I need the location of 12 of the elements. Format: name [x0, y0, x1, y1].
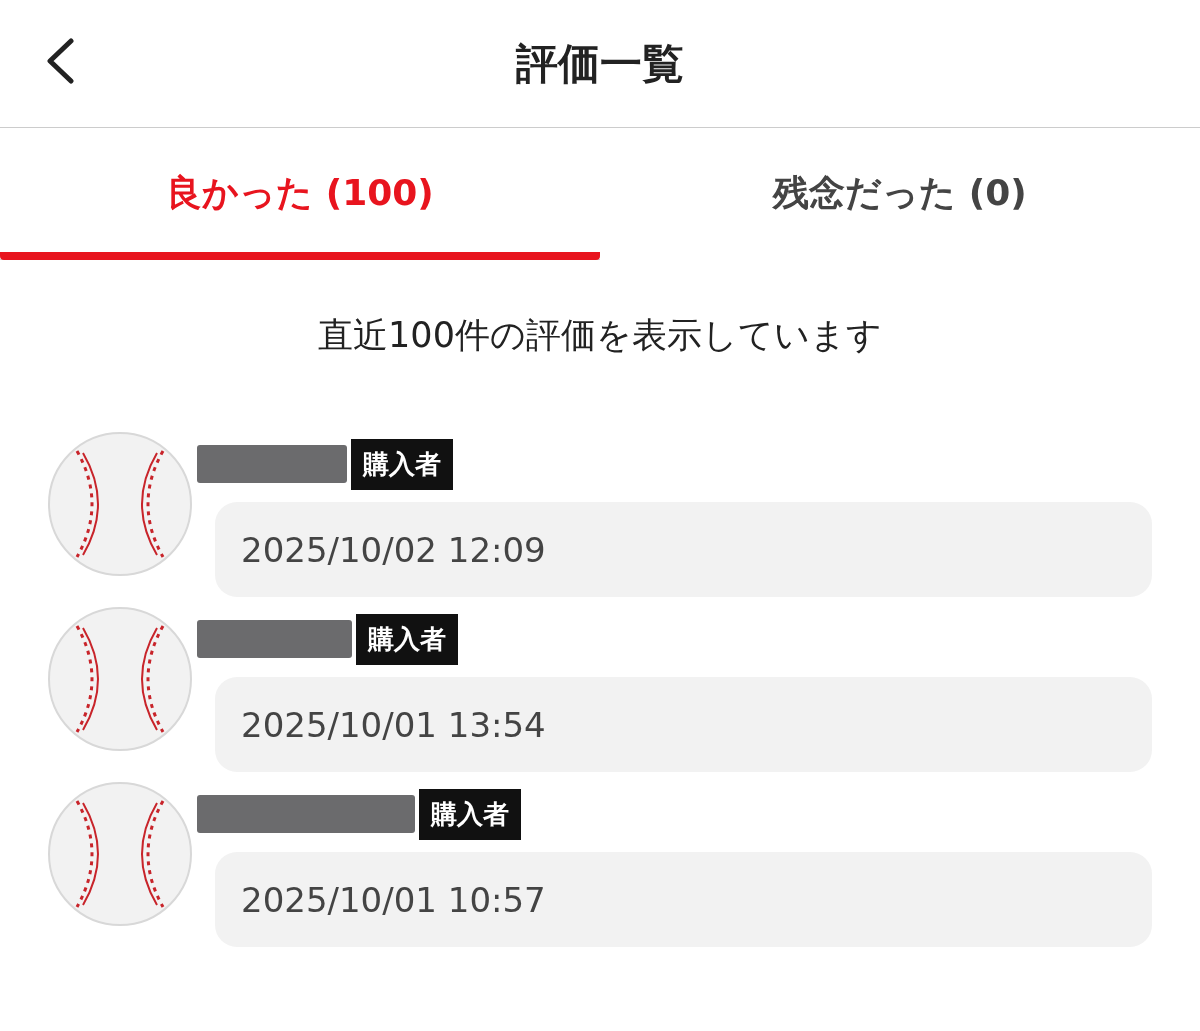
baseball-icon [47, 781, 193, 927]
baseball-icon [47, 431, 193, 577]
page-title: 評価一覧 [516, 37, 684, 90]
date-bubble: 2025/10/01 10:57 [215, 852, 1152, 947]
buyer-badge: 購入者 [356, 613, 458, 665]
back-icon[interactable] [45, 38, 75, 84]
baseball-icon [47, 606, 193, 752]
notice-text: 直近100件の評価を表示しています [317, 314, 883, 357]
buyer-badge: 購入者 [419, 788, 521, 840]
date-bubble: 2025/10/01 13:54 [215, 677, 1152, 772]
buyer-badge: 購入者 [351, 438, 453, 490]
date-bubble: 2025/10/02 12:09 [215, 502, 1152, 597]
